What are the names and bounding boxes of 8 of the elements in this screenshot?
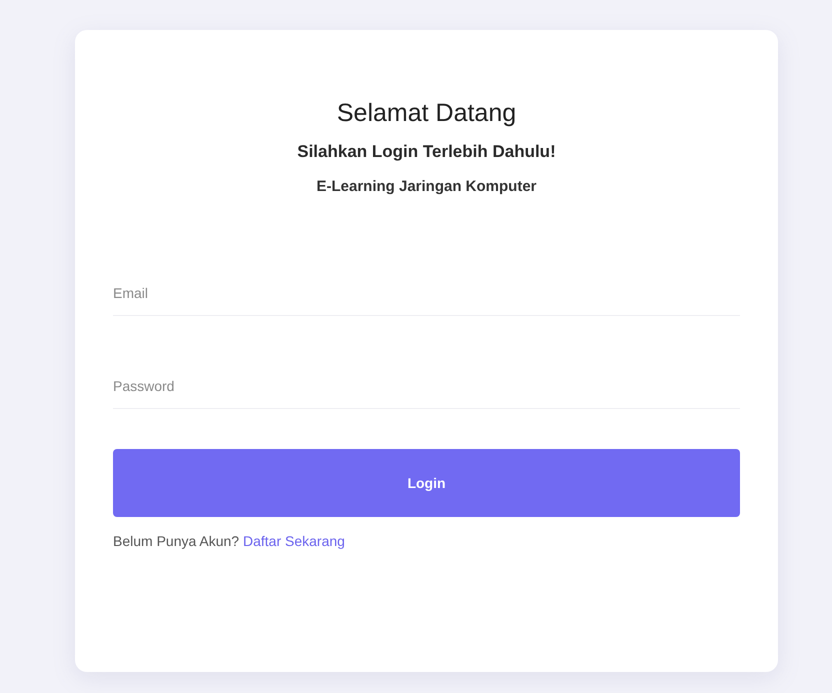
email-field[interactable]: Email (113, 281, 740, 316)
app-name: E-Learning Jaringan Komputer (315, 178, 538, 195)
login-subtitle: Silahkan Login Terlebih Dahulu! (296, 142, 557, 162)
password-field[interactable]: Password (113, 374, 740, 409)
register-prompt: Belum Punya Akun? (113, 533, 240, 549)
login-button[interactable]: Login (113, 449, 740, 517)
register-link[interactable]: Daftar Sekarang (242, 533, 345, 549)
welcome-title: Selamat Datang (336, 98, 518, 128)
